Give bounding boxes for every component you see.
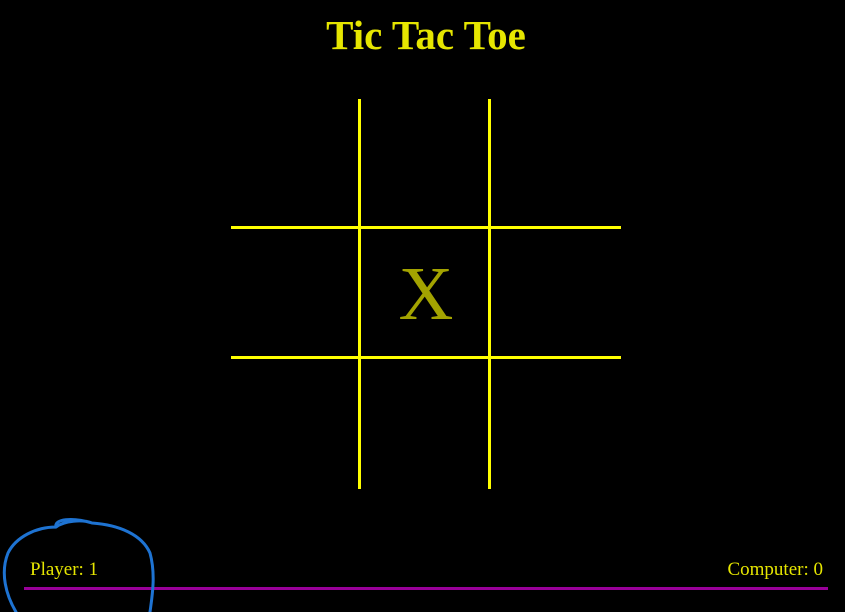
- board-cell-5[interactable]: X: [361, 229, 491, 359]
- footer-divider: [24, 587, 828, 590]
- board-cell-9[interactable]: [491, 359, 621, 489]
- page-title: Tic Tac Toe: [326, 12, 526, 58]
- board-cell-7[interactable]: [231, 359, 361, 489]
- board-cell-4[interactable]: [231, 229, 361, 359]
- board-cell-6[interactable]: [491, 229, 621, 359]
- computer-score: Computer: 0: [727, 559, 823, 580]
- board-cell-2[interactable]: [361, 99, 491, 229]
- board-cell-3[interactable]: [491, 99, 621, 229]
- game-board: X: [231, 99, 621, 489]
- board-cell-1[interactable]: [231, 99, 361, 229]
- board-cell-8[interactable]: [361, 359, 491, 489]
- player-score: Player: 1: [30, 559, 99, 580]
